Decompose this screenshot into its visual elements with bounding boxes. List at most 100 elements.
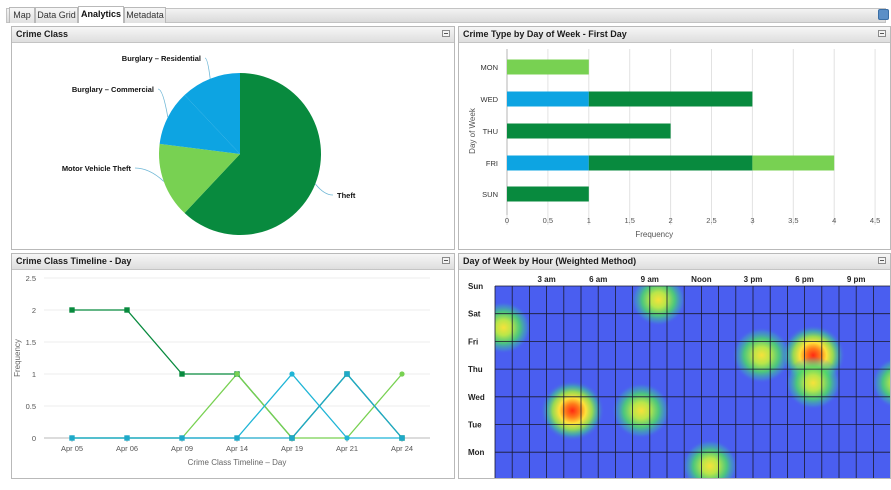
line-point[interactable] xyxy=(124,435,130,441)
line-point[interactable] xyxy=(399,371,405,377)
line-point[interactable] xyxy=(179,435,185,441)
line-point[interactable] xyxy=(234,371,240,377)
heat-hour-label-top: Noon xyxy=(691,275,712,284)
pie-label-theft: Theft xyxy=(337,191,356,200)
window-icon[interactable] xyxy=(878,9,889,20)
x-tick-label: 4.5 xyxy=(870,216,880,225)
x-tick-label: 3 xyxy=(750,216,754,225)
heat-row-label-thu: Thu xyxy=(468,365,483,374)
line-point[interactable] xyxy=(344,371,350,377)
x-tick-label: 4 xyxy=(832,216,836,225)
pie-leader-line xyxy=(204,57,211,79)
tab-map[interactable]: Map xyxy=(9,7,35,23)
bar-mon-series-2[interactable] xyxy=(507,59,589,75)
pie-leader-line xyxy=(314,183,334,196)
heat-row-label-fri: Fri xyxy=(468,337,478,346)
y-tick-label: 0.5 xyxy=(26,402,36,411)
heat-hour-label-top: 3 pm xyxy=(744,275,763,284)
x-tick-label: Apr 21 xyxy=(336,444,358,453)
x-axis-label: Frequency xyxy=(635,230,673,239)
heat-hour-label-top: 6 am xyxy=(589,275,607,284)
panel-header: Day of Week by Hour (Weighted Method) xyxy=(459,254,890,270)
y-tick-label-mon: MON xyxy=(481,63,499,72)
pie-leader-line xyxy=(134,167,165,182)
bar-thu-series-1[interactable] xyxy=(507,123,671,139)
heat-hour-label-top: 9 am xyxy=(641,275,659,284)
x-tick-label: 1 xyxy=(587,216,591,225)
bar-fri-series-2[interactable] xyxy=(752,155,835,171)
y-tick-label: 2 xyxy=(32,306,36,315)
panel-title: Day of Week by Hour (Weighted Method) xyxy=(463,256,637,266)
x-tick-label: 3.5 xyxy=(788,216,798,225)
crime-type-bar-chart: MON WED THU FRI SUN 0 0.5 1 1.5 2 2.5 3 3.5 4 4.5 Fre… xyxy=(468,49,880,239)
x-tick-label: 2 xyxy=(669,216,673,225)
heat-row-label-sat: Sat xyxy=(468,310,481,319)
minimize-icon[interactable] xyxy=(442,30,450,37)
bar-sun-series-1[interactable] xyxy=(507,186,589,202)
timeline-panel: Crime Class Timeline - Day 0 0.5 1 1.5 2 2.5 … xyxy=(11,253,455,479)
timeline-line-chart: 0 0.5 1 1.5 2 2.5 Apr 05 Apr 06 Apr 09 Apr 14 Apr… xyxy=(13,274,430,467)
x-tick-label: 0 xyxy=(505,216,509,225)
x-tick-label: Apr 09 xyxy=(171,444,193,453)
line-point[interactable] xyxy=(69,307,75,313)
x-tick-label: Apr 14 xyxy=(226,444,248,453)
x-tick-label: Apr 19 xyxy=(281,444,303,453)
line-point[interactable] xyxy=(234,435,240,441)
minimize-icon[interactable] xyxy=(442,257,450,264)
panel-header: Crime Class xyxy=(12,27,454,43)
heat-row-label-tue: Tue xyxy=(468,421,482,430)
minimize-icon[interactable] xyxy=(878,257,886,264)
tab-data-grid[interactable]: Data Grid xyxy=(35,7,78,23)
y-tick-label-fri: FRI xyxy=(486,159,498,168)
y-axis-label: Day of Week xyxy=(468,107,477,154)
heat-hour-label-top: 6 pm xyxy=(795,275,814,284)
line-point[interactable] xyxy=(179,371,185,377)
x-tick-label: Apr 06 xyxy=(116,444,138,453)
heat-row-label-wed: Wed xyxy=(468,393,485,402)
heat-spot-wed-4 xyxy=(540,380,605,442)
bar-wed-series-1[interactable] xyxy=(588,91,753,107)
x-tick-label: 0.5 xyxy=(543,216,553,225)
panel-title: Crime Class Timeline - Day xyxy=(16,256,132,266)
bar-wed-series-0[interactable] xyxy=(507,91,589,107)
line-point[interactable] xyxy=(344,435,350,441)
y-axis-label: Frequency xyxy=(13,339,22,377)
panel-title: Crime Type by Day of Week - First Day xyxy=(463,29,627,39)
line-point[interactable] xyxy=(124,307,130,313)
line-point[interactable] xyxy=(69,435,75,441)
panel-title: Crime Class xyxy=(16,29,69,39)
y-tick-label: 1.5 xyxy=(26,338,36,347)
panel-header: Crime Type by Day of Week - First Day xyxy=(459,27,890,43)
heatmap-panel: Day of Week by Hour (Weighted Method) Su… xyxy=(458,253,891,479)
pie-label-burglary-commercial: Burglary – Commercial xyxy=(72,85,154,94)
y-tick-label: 1 xyxy=(32,370,36,379)
bar-fri-series-1[interactable] xyxy=(588,155,753,171)
minimize-icon[interactable] xyxy=(878,30,886,37)
x-tick-label: Apr 05 xyxy=(61,444,83,453)
pie-leader-line xyxy=(157,88,169,118)
y-tick-label-thu: THU xyxy=(483,127,498,136)
tab-analytics[interactable]: Analytics xyxy=(78,6,124,23)
y-tick-label: 0 xyxy=(32,434,36,443)
bar-fri-series-0[interactable] xyxy=(507,155,589,171)
line-point[interactable] xyxy=(289,435,295,441)
tab-metadata[interactable]: Metadata xyxy=(124,7,166,23)
crime-class-panel: Crime Class Theft Motor Vehicle Theft Burg… xyxy=(11,26,455,250)
heat-spot-thu-18 xyxy=(785,356,842,410)
crime-class-pie-chart: Theft Motor Vehicle Theft Burglary – Comme… xyxy=(62,54,356,236)
line-point[interactable] xyxy=(289,371,295,377)
line-point[interactable] xyxy=(399,435,405,441)
crime-type-day-panel: Crime Type by Day of Week - First Day MO… xyxy=(458,26,891,250)
heat-hour-label-top: 9 pm xyxy=(847,275,866,284)
heat-spot-wed-8 xyxy=(611,382,671,439)
heat-spot-sat-0 xyxy=(495,301,532,354)
heat-row-label-sun: Sun xyxy=(468,282,483,291)
y-tick-label-wed: WED xyxy=(481,95,499,104)
x-axis-label: Crime Class Timeline – Day xyxy=(188,458,287,467)
pie-label-motor-vehicle-theft: Motor Vehicle Theft xyxy=(62,164,132,173)
x-tick-label: 2.5 xyxy=(706,216,716,225)
heat-row-label-mon: Mon xyxy=(468,448,485,457)
x-tick-label: Apr 24 xyxy=(391,444,413,453)
tab-bar: Map Data Grid Analytics Metadata xyxy=(0,0,891,24)
y-tick-label: 2.5 xyxy=(26,274,36,283)
